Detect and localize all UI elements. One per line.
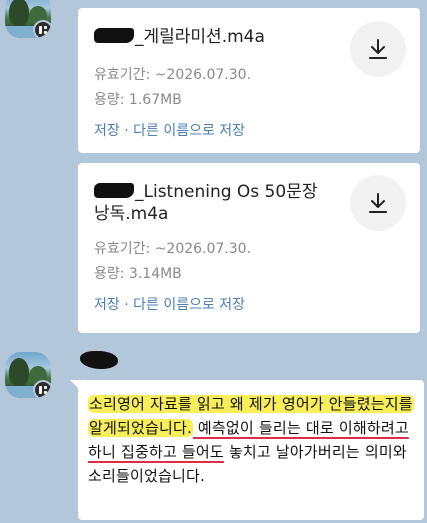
save-as-link[interactable]: 다른 이름으로 저장 (133, 297, 245, 313)
sender-name-redacted (80, 351, 118, 369)
app-badge-icon (33, 20, 51, 38)
download-button[interactable] (350, 175, 406, 231)
download-icon (369, 39, 387, 59)
redacted-text (94, 28, 134, 43)
text-message[interactable]: 소리영어 자료를 읽고 왜 제가 영어가 안들렸는지를 알게되었습니다. 예측없… (78, 380, 424, 520)
separator: · (124, 297, 129, 313)
file-size: 용량: 1.67MB (94, 92, 182, 108)
file-expiry: 유효기간: ~2026.07.30. (94, 241, 252, 257)
file-message-2[interactable]: _Listnening Os 50문장 낭독.m4a 유효기간: ~2026.0… (78, 163, 420, 333)
save-as-link[interactable]: 다른 이름으로 저장 (133, 123, 245, 139)
save-link[interactable]: 저장 (94, 123, 120, 139)
file-name: _Listnening Os 50문장 낭독.m4a (94, 182, 318, 224)
app-badge-icon (33, 380, 51, 398)
file-size: 용량: 3.14MB (94, 266, 182, 282)
redacted-text (94, 183, 134, 198)
message-text: 소리영어 자료를 읽고 왜 제가 영어가 안들렸는지를 알게되었습니다. 예측없… (88, 392, 420, 488)
file-actions: 저장 · 다른 이름으로 저장 (94, 294, 245, 314)
separator: · (124, 123, 129, 139)
sender-avatar[interactable] (5, 0, 51, 38)
save-link[interactable]: 저장 (94, 297, 120, 313)
file-expiry: 유효기간: ~2026.07.30. (94, 67, 252, 83)
file-actions: 저장 · 다른 이름으로 저장 (94, 120, 245, 140)
download-button[interactable] (350, 21, 406, 77)
download-icon (369, 193, 387, 213)
file-name: _게릴라미션.m4a (94, 26, 334, 48)
file-message-1[interactable]: _게릴라미션.m4a 유효기간: ~2026.07.30. 용량: 1.67MB… (78, 8, 420, 153)
sender-avatar[interactable] (5, 352, 51, 398)
